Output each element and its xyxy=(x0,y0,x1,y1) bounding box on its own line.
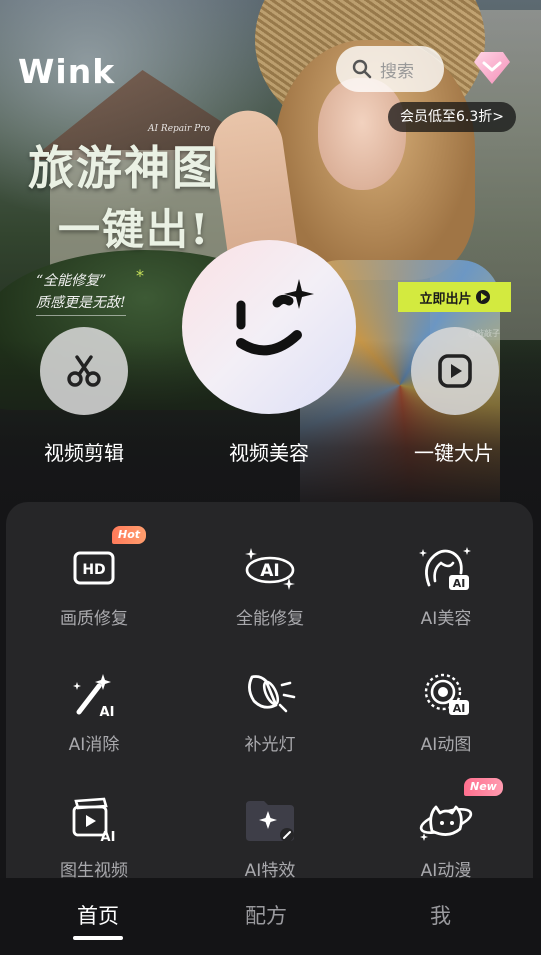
tool-ai-animate[interactable]: AI AI动图 xyxy=(358,668,534,755)
tool-image-to-video[interactable]: AI 图生视频 xyxy=(6,794,182,881)
banner-title-line2: 一键出! xyxy=(58,205,211,254)
new-badge: New xyxy=(464,778,503,796)
vip-promo-pill[interactable]: 会员低至6.3折> xyxy=(388,102,516,132)
scissors-icon xyxy=(67,355,101,387)
banner-cta-label: 立即出片 xyxy=(419,291,472,307)
video-edit-label: 视频剪辑 xyxy=(44,441,124,465)
tool-fill-light[interactable]: 补光灯 xyxy=(182,668,358,755)
tool-quality-repair[interactable]: HD Hot 画质修复 xyxy=(6,526,182,629)
ai-animate-icon: AI xyxy=(424,673,469,715)
svg-text:AI: AI xyxy=(100,705,115,718)
hd-icon: HD xyxy=(73,551,115,585)
tool-ai-effects[interactable]: AI特效 xyxy=(182,794,358,881)
tool-ai-beauty[interactable]: AI AI美容 xyxy=(358,542,534,629)
wink-face-icon xyxy=(236,279,314,356)
svg-text:AI: AI xyxy=(453,577,466,590)
tools-panel: HD Hot 画质修复 AI 全能修复 AI AI美容 AI AI消除 补光灯 … xyxy=(6,502,533,902)
svg-text:HD: HD xyxy=(82,562,105,578)
ai-effects-icon xyxy=(246,801,294,842)
tool-label: 补光灯 xyxy=(244,735,296,755)
tab-recipe[interactable]: 配方 xyxy=(245,900,287,930)
ai-face-icon: AI xyxy=(419,547,471,590)
tool-label: 画质修复 xyxy=(60,609,128,629)
tool-all-round-repair[interactable]: AI 全能修复 xyxy=(182,542,358,629)
active-tab-indicator xyxy=(73,936,123,940)
sparkle-icon: * xyxy=(136,266,144,285)
tool-label: AI动图 xyxy=(420,735,472,755)
video-beauty-button[interactable] xyxy=(182,240,356,414)
hot-badge: Hot xyxy=(112,526,147,544)
video-beauty-label: 视频美容 xyxy=(229,441,309,465)
tool-label: 全能修复 xyxy=(236,609,304,629)
app-logo: Wink xyxy=(18,52,116,91)
ai-anime-icon xyxy=(419,805,473,841)
play-square-icon xyxy=(438,354,472,388)
tool-label: AI消除 xyxy=(68,735,120,755)
vip-diamond-icon[interactable] xyxy=(473,50,511,86)
image-to-video-icon: AI xyxy=(72,797,116,843)
tool-ai-anime[interactable]: New AI动漫 xyxy=(358,778,534,881)
one-click-blockbuster-button[interactable] xyxy=(411,327,499,415)
ai-sparkle-icon: AI xyxy=(245,548,295,590)
magic-wand-icon: AI xyxy=(73,674,115,718)
banner-title-line1: 旅游神图 xyxy=(28,141,220,195)
banner-tagline1: “全能修复” xyxy=(36,273,107,289)
bottom-tab-bar: 首页 配方 我 xyxy=(0,878,541,955)
tool-label: AI美容 xyxy=(420,609,472,629)
banner-cta-button[interactable]: 立即出片 xyxy=(398,282,511,312)
search-bar[interactable]: 搜索 xyxy=(336,46,444,92)
video-edit-button[interactable] xyxy=(40,327,128,415)
search-placeholder: 搜索 xyxy=(380,61,414,82)
banner-model-face xyxy=(318,78,406,190)
tool-ai-erase[interactable]: AI AI消除 xyxy=(6,668,182,755)
search-icon xyxy=(352,59,372,79)
tab-home[interactable]: 首页 xyxy=(77,900,119,930)
svg-text:AI: AI xyxy=(101,830,116,843)
banner-tagline2: 质感更是无敌! xyxy=(36,292,126,316)
one-click-blockbuster-label: 一键大片 xyxy=(414,441,494,465)
fill-light-icon xyxy=(248,675,296,713)
play-icon xyxy=(475,290,490,304)
svg-text:AI: AI xyxy=(453,702,466,715)
svg-text:AI: AI xyxy=(260,561,279,581)
tab-me[interactable]: 我 xyxy=(430,900,451,930)
